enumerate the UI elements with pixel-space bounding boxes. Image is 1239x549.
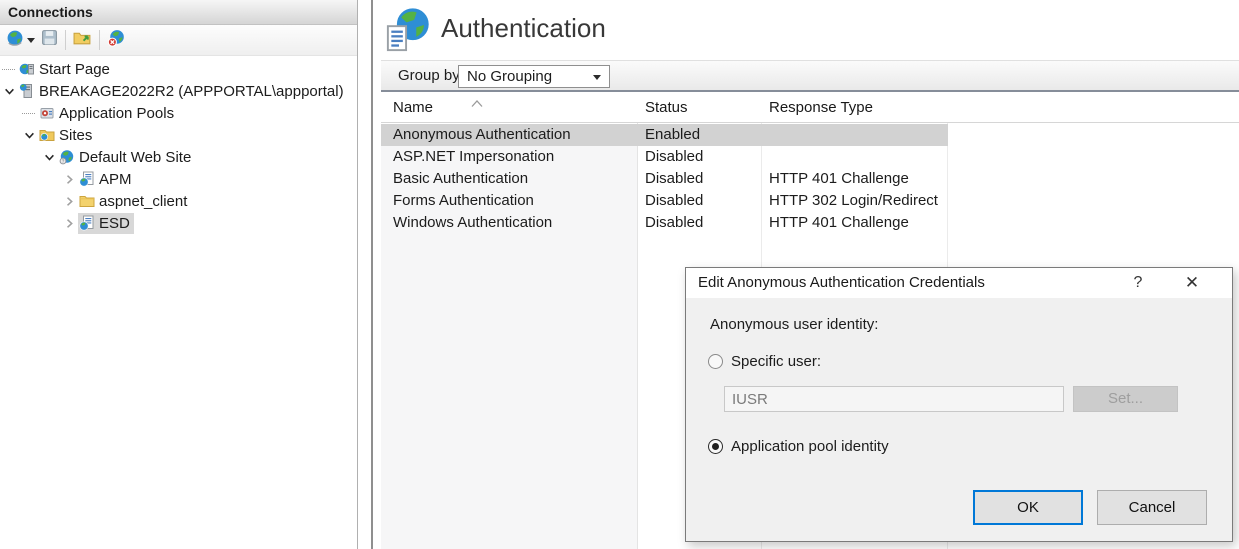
ok-button[interactable]: OK [973, 490, 1083, 525]
toolbar-separator [99, 30, 100, 50]
svg-text:?: ? [62, 159, 65, 164]
anonymous-user-identity-label: Anonymous user identity: [710, 316, 878, 333]
connections-toolbar [0, 25, 357, 56]
page-title: Authentication [441, 13, 606, 44]
application-pools-icon [39, 105, 55, 121]
row-name: Windows Authentication [393, 212, 552, 234]
connect-globe-icon [6, 29, 24, 52]
folder-go-icon [73, 29, 92, 51]
connect-to-server-button[interactable] [3, 27, 38, 53]
globe-delete-icon [107, 29, 126, 52]
application-pool-identity-label: Application pool identity [731, 438, 889, 455]
panel-splitter[interactable] [371, 0, 373, 549]
specific-user-label: Specific user: [731, 353, 821, 370]
column-header-response-type[interactable]: Response Type [769, 93, 873, 123]
tree-item-label: Application Pools [59, 105, 174, 122]
dropdown-arrow-icon [593, 75, 601, 80]
row-response: HTTP 401 Challenge [769, 168, 909, 190]
cancel-button[interactable]: Cancel [1097, 490, 1207, 525]
row-status: Disabled [645, 146, 703, 168]
edit-anonymous-credentials-dialog: Edit Anonymous Authentication Credential… [685, 267, 1233, 542]
list-row-windows-authentication[interactable]: Windows Authentication Disabled HTTP 401… [381, 212, 948, 234]
tree-item-application-pools[interactable]: Application Pools [0, 102, 357, 124]
group-by-dropdown[interactable]: No Grouping [458, 65, 610, 88]
list-row-aspnet-impersonation[interactable]: ASP.NET Impersonation Disabled [381, 146, 948, 168]
sort-ascending-icon [470, 95, 484, 112]
toolbar-separator [65, 30, 66, 50]
group-by-value: No Grouping [467, 68, 552, 85]
chevron-collapsed-icon[interactable] [62, 194, 76, 208]
disconnect-server-button[interactable] [104, 27, 129, 53]
tree-item-label: Default Web Site [79, 149, 191, 166]
tree-item-esd[interactable]: ESD [0, 212, 357, 234]
save-floppy-icon [41, 29, 58, 51]
start-page-icon [19, 61, 35, 77]
chevron-expanded-icon[interactable] [2, 84, 16, 98]
specific-user-input[interactable] [724, 386, 1064, 412]
sites-folder-icon [39, 127, 55, 143]
column-header-name[interactable]: Name [393, 93, 433, 123]
row-status: Enabled [645, 124, 700, 146]
specific-user-radio-row[interactable]: Specific user: [708, 353, 821, 370]
connections-tree: Start Page BREAKAGE2022R2 (APPPORTAL\app… [0, 57, 357, 549]
open-connection-button[interactable] [70, 27, 95, 53]
row-status: Disabled [645, 168, 703, 190]
row-response: HTTP 302 Login/Redirect [769, 190, 938, 212]
web-application-icon [79, 215, 95, 231]
tree-item-default-web-site[interactable]: ? Default Web Site [0, 146, 357, 168]
tree-connector [22, 113, 35, 114]
folder-icon [79, 193, 95, 209]
dialog-title-bar: Edit Anonymous Authentication Credential… [686, 268, 1232, 298]
chevron-collapsed-icon[interactable] [62, 216, 76, 230]
tree-item-label: APM [99, 171, 132, 188]
tree-connector [2, 69, 15, 70]
connections-panel: Connections [0, 0, 358, 549]
tree-item-sites[interactable]: Sites [0, 124, 357, 146]
list-row-basic-authentication[interactable]: Basic Authentication Disabled HTTP 401 C… [381, 168, 948, 190]
list-header-row: Name Status Response Type [381, 93, 1239, 123]
row-name: ASP.NET Impersonation [393, 146, 554, 168]
list-row-anonymous-authentication[interactable]: Anonymous Authentication Enabled [381, 124, 948, 146]
set-button[interactable]: Set... [1073, 386, 1178, 412]
connect-dropdown-arrow-icon [27, 38, 35, 43]
tree-item-label: Start Page [39, 61, 110, 78]
tree-item-label: BREAKAGE2022R2 (APPPORTAL\appportal) [39, 83, 344, 100]
specific-user-radio[interactable] [708, 354, 723, 369]
tree-item-label: Sites [59, 127, 92, 144]
chevron-expanded-icon[interactable] [42, 150, 56, 164]
dialog-title: Edit Anonymous Authentication Credential… [698, 268, 985, 298]
tree-item-apm[interactable]: APM [0, 168, 357, 190]
tree-item-label: aspnet_client [99, 193, 187, 210]
save-connections-button[interactable] [38, 27, 61, 53]
list-row-forms-authentication[interactable]: Forms Authentication Disabled HTTP 302 L… [381, 190, 948, 212]
web-application-icon [79, 171, 95, 187]
chevron-collapsed-icon[interactable] [62, 172, 76, 186]
tree-item-start-page[interactable]: Start Page [0, 58, 357, 80]
chevron-expanded-icon[interactable] [22, 128, 36, 142]
row-status: Disabled [645, 212, 703, 234]
row-name: Basic Authentication [393, 168, 528, 190]
tree-item-label: ESD [99, 215, 130, 232]
dialog-help-button[interactable]: ? [1116, 268, 1160, 298]
website-globe-icon: ? [59, 149, 75, 165]
column-header-status[interactable]: Status [645, 93, 688, 123]
row-name: Anonymous Authentication [393, 124, 571, 146]
tree-item-server[interactable]: BREAKAGE2022R2 (APPPORTAL\appportal) [0, 80, 357, 102]
tree-item-aspnet-client[interactable]: aspnet_client [0, 190, 357, 212]
row-status: Disabled [645, 190, 703, 212]
group-by-label: Group by: [398, 61, 464, 91]
application-pool-identity-radio-row[interactable]: Application pool identity [708, 438, 889, 455]
server-icon [19, 83, 35, 99]
row-response: HTTP 401 Challenge [769, 212, 909, 234]
application-pool-identity-radio[interactable] [708, 439, 723, 454]
authentication-feature-icon [385, 6, 431, 59]
group-by-toolbar: Group by: No Grouping [381, 60, 1239, 92]
connections-panel-title: Connections [0, 0, 357, 25]
row-name: Forms Authentication [393, 190, 534, 212]
dialog-close-button[interactable]: ✕ [1168, 268, 1216, 298]
